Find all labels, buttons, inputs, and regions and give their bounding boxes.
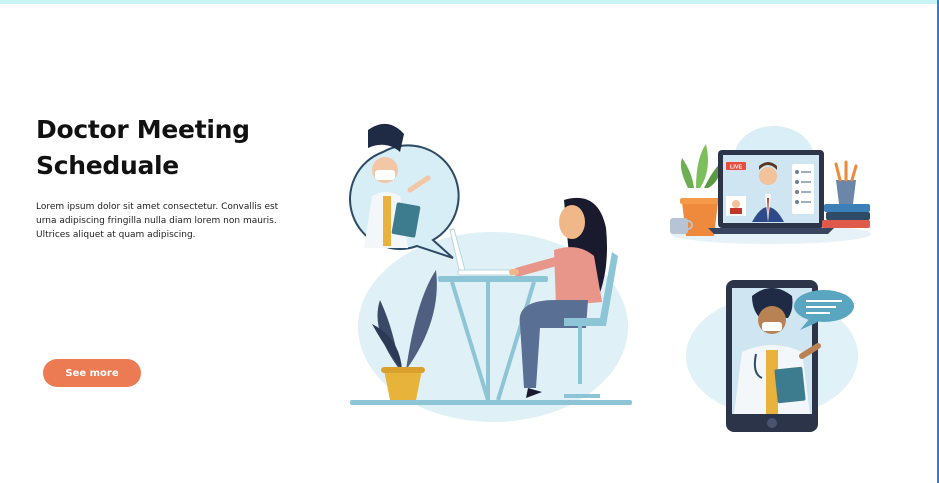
live-badge: LIVE [730,165,743,171]
tablet-doctor-illustration [686,280,858,432]
woman-at-desk-illustration [349,123,632,422]
books-and-pencils [822,160,870,228]
page-title: Doctor Meeting Scheduale [36,112,296,184]
top-accent-bar [0,0,939,4]
title-line-2: Scheduale [36,151,179,180]
laptop-video-call-illustration: LIVE [670,126,871,244]
laptop: LIVE [708,150,834,234]
title-line-1: Doctor Meeting [36,115,250,144]
doctor-speech-bubble [349,123,460,259]
see-more-button[interactable]: See more [43,359,141,387]
hero-description: Lorem ipsum dolor sit amet consectetur. … [36,202,279,240]
